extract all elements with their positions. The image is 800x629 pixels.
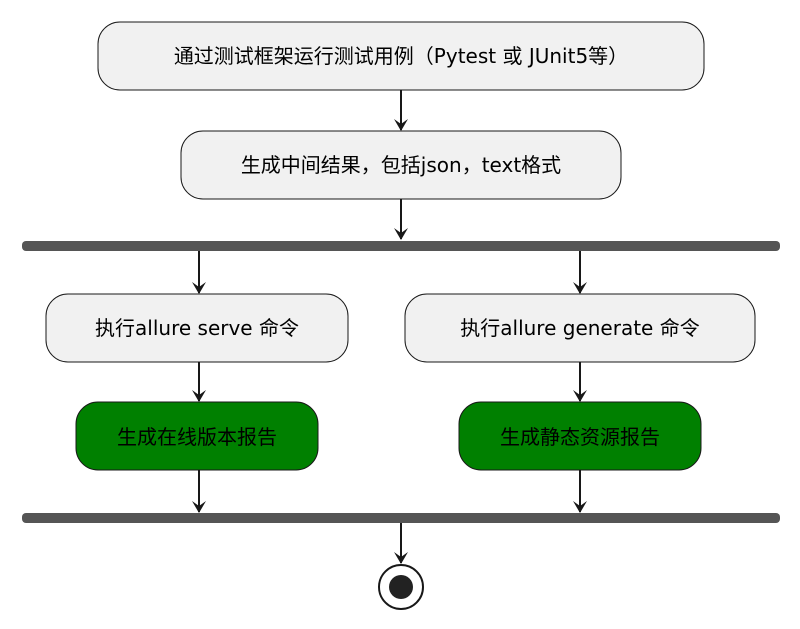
static-report-label: 生成静态资源报告 [500, 425, 660, 449]
generate-command-node: 执行allure generate 命令 [404, 293, 756, 363]
serve-command-node: 执行allure serve 命令 [45, 293, 349, 363]
online-report-label: 生成在线版本报告 [117, 425, 277, 449]
end-inner-circle [389, 575, 413, 599]
online-report-node: 生成在线版本报告 [75, 401, 319, 471]
end-node [378, 564, 424, 610]
serve-command-label: 执行allure serve 命令 [95, 316, 299, 340]
run-tests-label: 通过测试框架运行测试用例（Pytest 或 JUnit5等） [174, 44, 628, 68]
join-bar [22, 513, 780, 523]
generate-command-label: 执行allure generate 命令 [460, 316, 699, 340]
activity-diagram: 通过测试框架运行测试用例（Pytest 或 JUnit5等） 生成中间结果，包括… [22, 21, 780, 610]
intermediate-label: 生成中间结果，包括json，text格式 [241, 153, 561, 177]
static-report-node: 生成静态资源报告 [458, 401, 702, 471]
run-tests-node: 通过测试框架运行测试用例（Pytest 或 JUnit5等） [97, 21, 705, 91]
intermediate-node: 生成中间结果，包括json，text格式 [180, 130, 622, 200]
fork-bar [22, 241, 780, 251]
